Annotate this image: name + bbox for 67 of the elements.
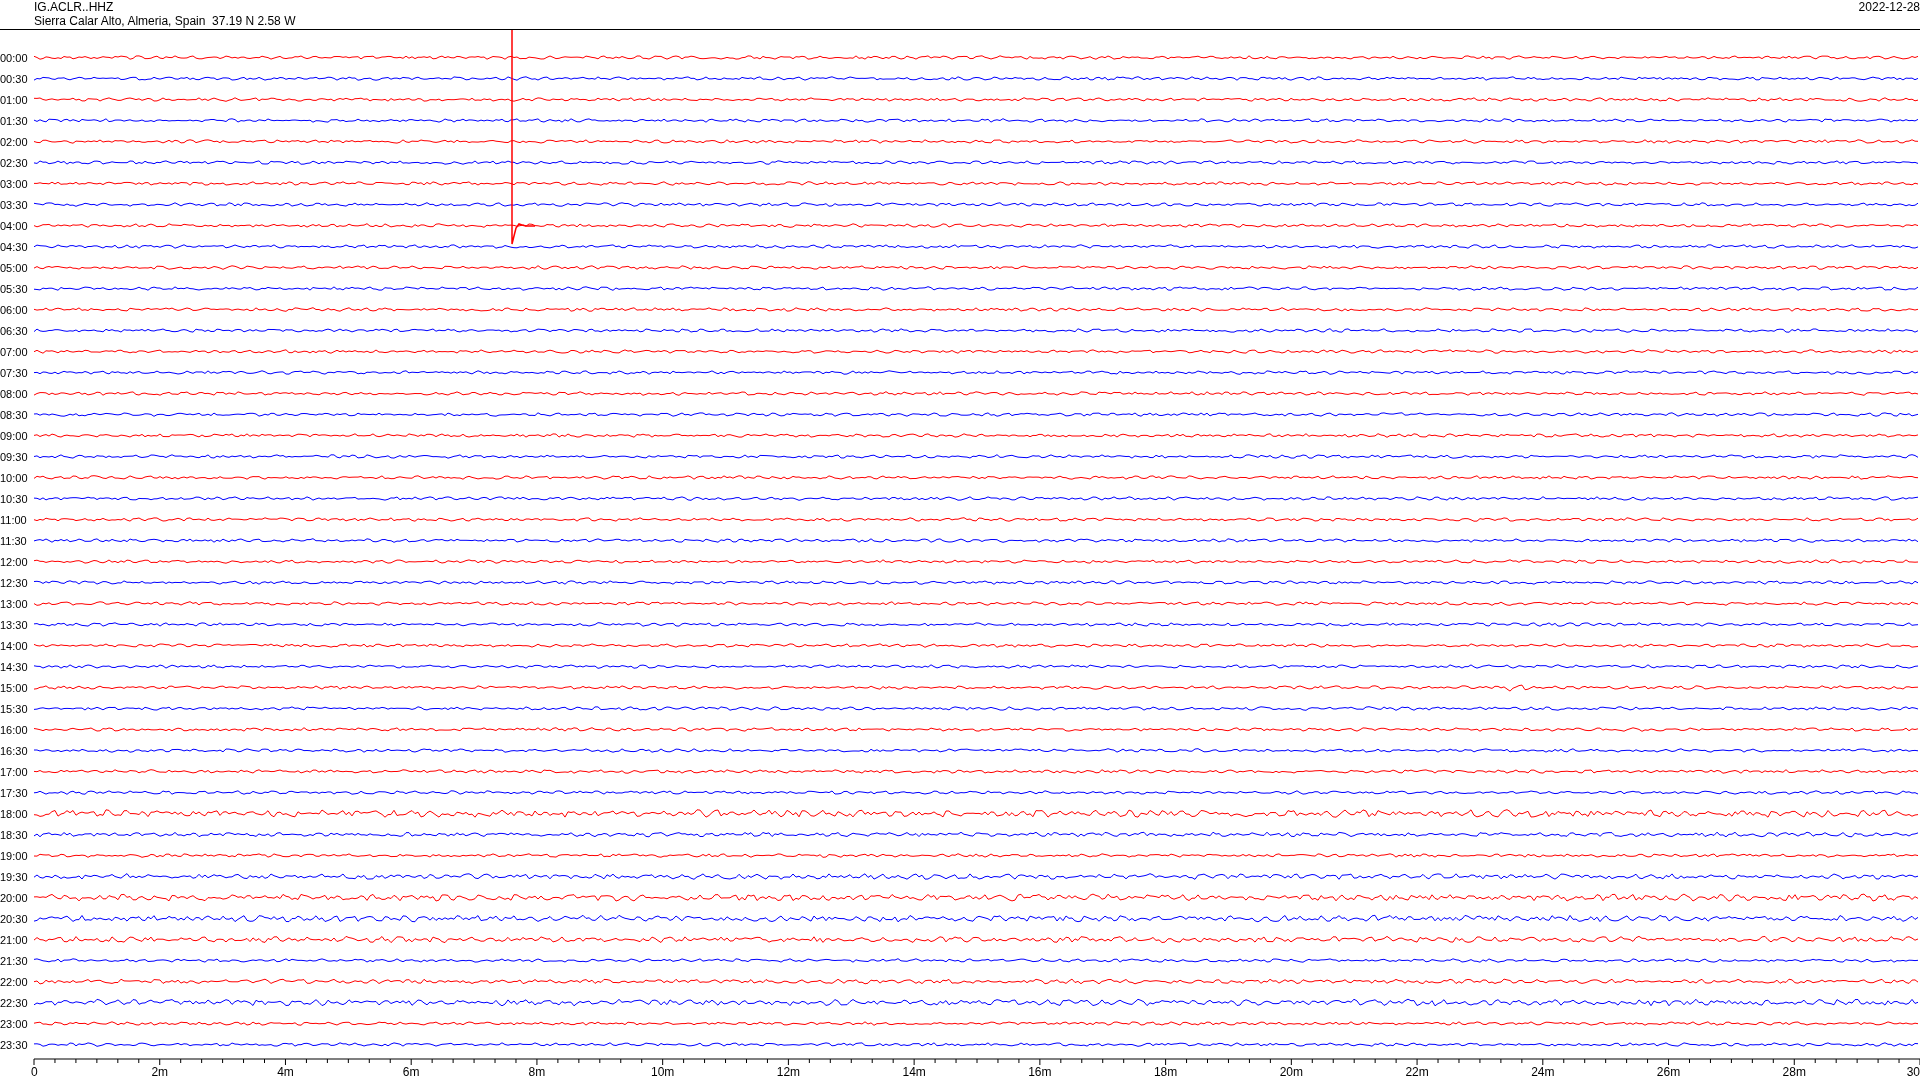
time-label: 19:30: [0, 870, 29, 883]
time-label: 03:30: [0, 198, 29, 211]
time-label: 05:30: [0, 282, 29, 295]
time-label: 23:30: [0, 1038, 29, 1051]
time-label: 11:00: [0, 513, 28, 526]
time-label: 04:30: [0, 240, 29, 253]
time-label: 18:00: [0, 807, 29, 820]
time-label: 05:00: [0, 261, 29, 274]
time-label: 14:30: [0, 660, 29, 673]
axis-label: 6m: [402, 1065, 420, 1079]
date-label: 2022-12-28: [1858, 0, 1920, 14]
axis-label: 12m: [776, 1065, 801, 1079]
time-label: 02:30: [0, 156, 29, 169]
time-label: 11:30: [0, 534, 28, 547]
time-label: 12:00: [0, 555, 29, 568]
time-label: 21:30: [0, 954, 29, 967]
time-label: 21:00: [0, 933, 29, 946]
time-label: 13:30: [0, 618, 29, 631]
axis-label: 22m: [1405, 1065, 1429, 1079]
axis-label: 26m: [1656, 1065, 1681, 1079]
time-label: 22:00: [0, 975, 29, 988]
time-label: 19:00: [0, 849, 29, 862]
time-label: 15:30: [0, 702, 29, 715]
axis-label: 14m: [902, 1065, 926, 1079]
axis-label: 16m: [1028, 1065, 1052, 1079]
time-label: 00:30: [0, 72, 29, 85]
time-label: 16:30: [0, 744, 29, 757]
axis-label: 8m: [528, 1065, 546, 1079]
axis-label: 0: [31, 1065, 38, 1079]
time-label: 10:00: [0, 471, 29, 484]
time-label: 07:30: [0, 366, 29, 379]
time-label: 20:00: [0, 891, 29, 904]
time-label: 04:00: [0, 219, 29, 232]
time-label: 15:00: [0, 681, 29, 694]
station-code: IG.ACLR..HHZ: [34, 0, 115, 14]
time-label: 10:30: [0, 492, 29, 505]
time-label: 16:00: [0, 723, 29, 736]
axis-label: 18m: [1153, 1065, 1178, 1079]
time-label: 00:00: [0, 51, 29, 64]
time-label: 02:00: [0, 135, 29, 148]
time-label: 09:00: [0, 429, 29, 442]
time-label: 08:30: [0, 408, 29, 421]
axis-label: 10m: [651, 1065, 675, 1079]
time-label: 09:30: [0, 450, 29, 463]
time-label: 01:00: [0, 93, 29, 106]
time-label: 17:30: [0, 786, 29, 799]
time-label: 08:00: [0, 387, 29, 400]
time-label: 01:30: [0, 114, 29, 127]
time-label: 14:00: [0, 639, 29, 652]
time-label: 06:30: [0, 324, 29, 337]
time-label: 23:00: [0, 1017, 29, 1030]
time-label: 20:30: [0, 912, 29, 925]
time-label: 03:00: [0, 177, 29, 190]
axis-label: 24m: [1531, 1065, 1555, 1079]
station-location: Sierra Calar Alto, Almeria, Spain 37.19 N 2.58 W: [34, 14, 296, 28]
time-label: 13:00: [0, 597, 29, 610]
axis-label: 4m: [277, 1065, 294, 1079]
time-label: 12:30: [0, 576, 29, 589]
axis-label: 28m: [1782, 1065, 1806, 1079]
axis-label: 2m: [151, 1065, 169, 1079]
axis-label: 30: [1906, 1065, 1920, 1079]
time-label: 18:30: [0, 828, 29, 841]
time-label: 17:00: [0, 765, 29, 778]
time-label: 06:00: [0, 303, 29, 316]
time-label: 07:00: [0, 345, 29, 358]
axis-label: 20m: [1279, 1065, 1303, 1079]
time-label: 22:30: [0, 996, 29, 1009]
